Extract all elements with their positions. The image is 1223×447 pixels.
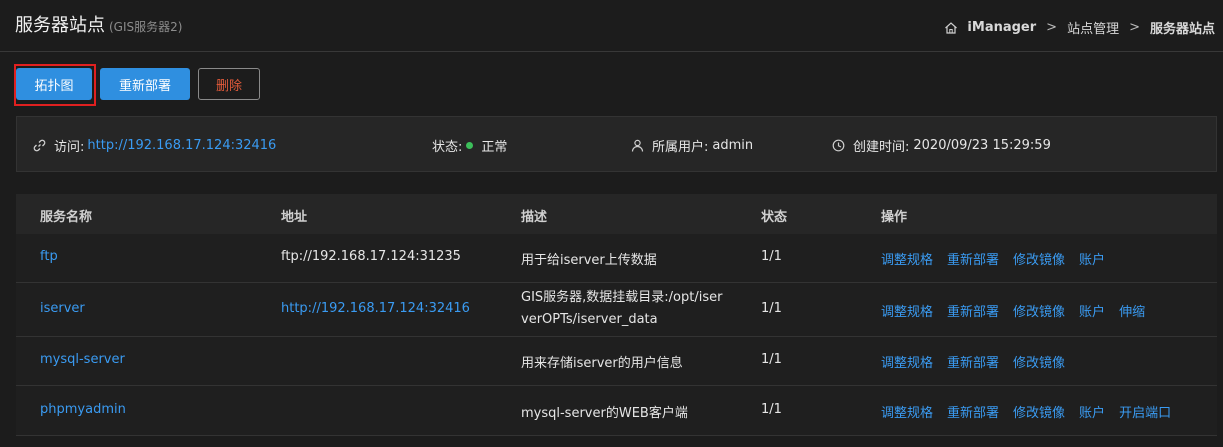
service-name-link[interactable]: phpmyadmin bbox=[40, 402, 126, 417]
service-description-line: verOPTs/iserver_data bbox=[521, 312, 658, 327]
redeploy-link[interactable]: 重新部署 bbox=[947, 253, 999, 268]
status-ok-icon bbox=[466, 142, 474, 149]
chevron-right-icon: > bbox=[1129, 20, 1140, 35]
breadcrumb-server-site: 服务器站点 bbox=[1149, 22, 1215, 37]
breadcrumb: iManager > 站点管理 > 服务器站点 bbox=[944, 18, 1215, 37]
row-actions: 调整规格 重新部署 修改镜像 bbox=[881, 352, 1079, 371]
owner-label: 所属用户: bbox=[652, 140, 709, 155]
service-address: ftp://192.168.17.124:31235 bbox=[281, 249, 461, 264]
created-label: 创建时间: bbox=[853, 140, 910, 155]
status-info: 状态: 正常 bbox=[432, 136, 507, 155]
column-header-description: 描述 bbox=[521, 210, 548, 225]
breadcrumb-site-management[interactable]: 站点管理 bbox=[1067, 18, 1119, 37]
redeploy-button[interactable]: 重新部署 bbox=[100, 68, 190, 100]
modify-image-link[interactable]: 修改镜像 bbox=[1013, 253, 1065, 268]
service-name-link[interactable]: mysql-server bbox=[40, 352, 125, 367]
column-header-address: 地址 bbox=[281, 210, 308, 225]
column-header-status: 状态 bbox=[761, 210, 788, 225]
access-label: 访问: bbox=[54, 140, 85, 155]
column-header-name: 服务名称 bbox=[40, 210, 93, 225]
topology-button[interactable]: 拓扑图 bbox=[16, 68, 92, 100]
created-info: 创建时间: 2020/09/23 15:29:59 bbox=[832, 136, 1051, 155]
resize-spec-link[interactable]: 调整规格 bbox=[881, 305, 933, 320]
row-actions: 调整规格 重新部署 修改镜像 账户 开启端口 bbox=[881, 402, 1185, 421]
created-value: 2020/09/23 15:29:59 bbox=[913, 138, 1051, 153]
account-link[interactable]: 账户 bbox=[1079, 406, 1105, 421]
clock-icon bbox=[832, 139, 845, 152]
redeploy-link[interactable]: 重新部署 bbox=[947, 305, 999, 320]
service-status: 1/1 bbox=[761, 352, 782, 367]
access-url-link[interactable]: http://192.168.17.124:32416 bbox=[87, 138, 276, 153]
page-subtitle: (GIS服务器2) bbox=[109, 20, 183, 34]
table-header: 服务名称 地址 描述 状态 操作 bbox=[16, 194, 1217, 234]
status-label: 状态: bbox=[432, 140, 463, 155]
resize-spec-link[interactable]: 调整规格 bbox=[881, 253, 933, 268]
user-icon bbox=[631, 139, 644, 152]
status-value: 正常 bbox=[481, 140, 508, 155]
modify-image-link[interactable]: 修改镜像 bbox=[1013, 406, 1065, 421]
account-link[interactable]: 账户 bbox=[1079, 305, 1105, 320]
modify-image-link[interactable]: 修改镜像 bbox=[1013, 305, 1065, 320]
chevron-right-icon: > bbox=[1046, 20, 1058, 35]
table-row: mysql-server 用来存储iserver的用户信息 1/1 调整规格 重新… bbox=[16, 337, 1217, 386]
service-status: 1/1 bbox=[761, 301, 782, 316]
resize-spec-link[interactable]: 调整规格 bbox=[881, 406, 933, 421]
page-header: 服务器站点 (GIS服务器2) iManager > 站点管理 > 服务器站点 bbox=[0, 0, 1223, 52]
service-status: 1/1 bbox=[761, 249, 782, 264]
resize-spec-link[interactable]: 调整规格 bbox=[881, 356, 933, 371]
owner-value: admin bbox=[712, 138, 754, 153]
home-icon[interactable] bbox=[944, 21, 958, 35]
table-row: iserver http://192.168.17.124:32416 GIS服… bbox=[16, 283, 1217, 337]
service-description: GIS服务器,数据挂载目录:/opt/iser verOPTs/iserver_… bbox=[521, 287, 741, 331]
access-info: 访问: http://192.168.17.124:32416 bbox=[33, 136, 276, 155]
open-port-link[interactable]: 开启端口 bbox=[1119, 406, 1171, 421]
service-address-link[interactable]: http://192.168.17.124:32416 bbox=[281, 301, 470, 316]
service-description: mysql-server的WEB客户端 bbox=[521, 406, 688, 421]
site-info-bar: 访问: http://192.168.17.124:32416 状态: 正常 所… bbox=[16, 116, 1217, 172]
service-description-line: GIS服务器,数据挂载目录:/opt/iser bbox=[521, 290, 723, 305]
column-header-actions: 操作 bbox=[881, 210, 908, 225]
row-actions: 调整规格 重新部署 修改镜像 账户 bbox=[881, 249, 1119, 268]
service-description: 用于给iserver上传数据 bbox=[521, 253, 657, 268]
breadcrumb-imanager[interactable]: iManager bbox=[967, 20, 1036, 35]
service-description: 用来存储iserver的用户信息 bbox=[521, 356, 683, 371]
services-table: 服务名称 地址 描述 状态 操作 ftp ftp://192.168.17.12… bbox=[16, 194, 1217, 436]
table-row: phpmyadmin mysql-server的WEB客户端 1/1 调整规格重… bbox=[16, 386, 1217, 436]
link-icon bbox=[33, 139, 46, 152]
delete-button[interactable]: 删除 bbox=[198, 68, 260, 100]
page-title-text: 服务器站点 bbox=[15, 15, 105, 36]
modify-image-link[interactable]: 修改镜像 bbox=[1013, 356, 1065, 371]
account-link[interactable]: 账户 bbox=[1079, 253, 1105, 268]
page-title: 服务器站点 (GIS服务器2) bbox=[15, 11, 182, 37]
service-status: 1/1 bbox=[761, 402, 782, 417]
redeploy-link[interactable]: 重新部署 bbox=[947, 356, 999, 371]
page: 服务器站点 (GIS服务器2) iManager > 站点管理 > 服务器站点 拓… bbox=[0, 0, 1223, 447]
redeploy-link[interactable]: 重新部署 bbox=[947, 406, 999, 421]
scale-link[interactable]: 伸缩 bbox=[1119, 305, 1145, 320]
row-actions: 调整规格 重新部署 修改镜像 账户 伸缩 bbox=[881, 301, 1159, 320]
service-name-link[interactable]: iserver bbox=[40, 301, 85, 316]
service-name-link[interactable]: ftp bbox=[40, 249, 58, 264]
table-row: ftp ftp://192.168.17.124:31235 用于给iserve… bbox=[16, 234, 1217, 283]
owner-info: 所属用户: admin bbox=[631, 136, 753, 155]
